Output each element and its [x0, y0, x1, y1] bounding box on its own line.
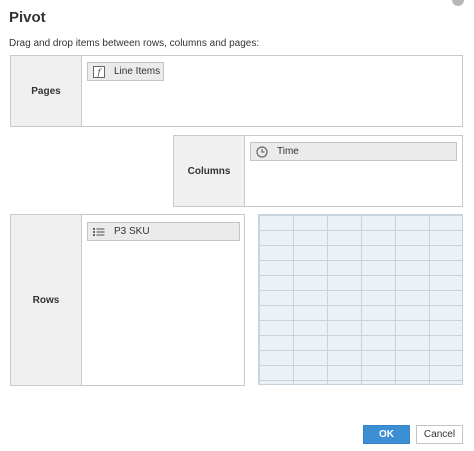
columns-drop-zone[interactable]: Columns Time: [173, 135, 463, 207]
info-icon[interactable]: [452, 0, 464, 6]
chip-p3-sku[interactable]: P3 SKU: [87, 222, 240, 241]
rows-zone-label: Rows: [11, 215, 82, 385]
rows-drop-zone[interactable]: Rows P3 SKU: [10, 214, 245, 386]
chip-time[interactable]: Time: [250, 142, 457, 161]
pivot-preview-grid: [258, 214, 463, 385]
chip-label: Time: [277, 146, 299, 157]
ok-button[interactable]: OK: [363, 425, 410, 444]
chip-line-items[interactable]: f Line Items: [87, 62, 164, 81]
clock-icon: [255, 145, 269, 158]
pages-zone-label: Pages: [11, 56, 82, 126]
pivot-dialog: Pivot Drag and drop items between rows, …: [0, 0, 474, 451]
chip-label: Line Items: [114, 66, 161, 77]
instructions-text: Drag and drop items between rows, column…: [9, 38, 260, 49]
pages-drop-zone[interactable]: Pages f Line Items: [10, 55, 463, 127]
chip-label: P3 SKU: [114, 226, 150, 237]
dialog-title: Pivot: [9, 9, 46, 26]
list-icon: [92, 225, 106, 238]
columns-zone-label: Columns: [174, 136, 245, 206]
cancel-button[interactable]: Cancel: [416, 425, 463, 444]
formula-icon: f: [92, 65, 106, 78]
